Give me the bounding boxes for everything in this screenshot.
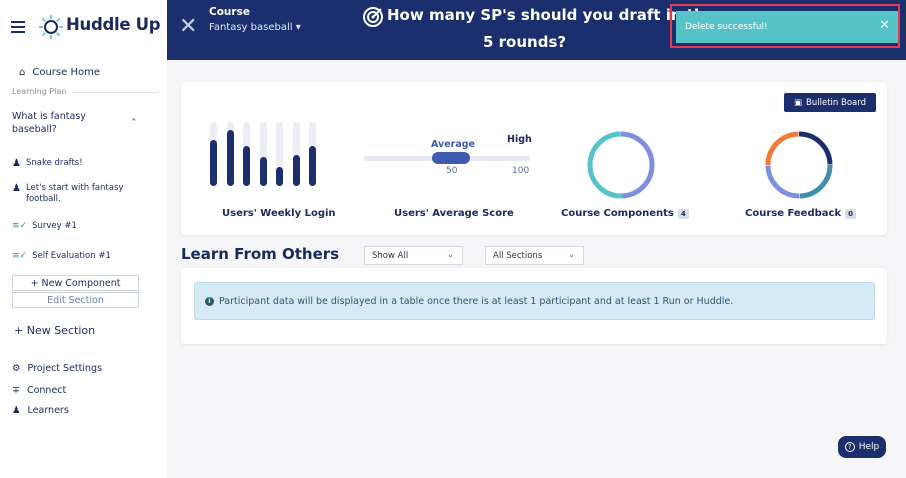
info-text: Participant data will be displayed in a …: [219, 295, 734, 307]
login-bar: [243, 146, 250, 186]
high-word: High: [507, 134, 532, 145]
average-word: Average: [431, 139, 475, 150]
chevron-up-icon[interactable]: ⌃: [130, 118, 138, 128]
learning-plan-label: Learning Plan: [12, 87, 67, 96]
close-icon[interactable]: ✕: [879, 18, 890, 33]
course-selector[interactable]: Fantasy baseball ▾: [209, 22, 301, 33]
self-eval-item[interactable]: ≡✓ Self Evaluation #1: [12, 251, 111, 262]
filter-select-sections[interactable]: All Sections ⌄: [485, 246, 584, 265]
component-label: Snake drafts!: [25, 158, 83, 168]
bulletin-board-label: Bulletin Board: [806, 97, 866, 108]
course-name: Fantasy baseball: [209, 22, 293, 33]
component-item-snake[interactable]: ♟ Snake drafts!: [12, 158, 83, 169]
new-section-link[interactable]: + New Section: [14, 324, 95, 337]
home-icon: ⌂: [19, 67, 26, 78]
close-icon[interactable]: ✕: [179, 14, 197, 39]
survey-item[interactable]: ≡✓ Survey #1: [12, 221, 77, 232]
toast-notification: Delete successful! ✕: [676, 11, 898, 43]
feedback-count-badge: 0: [845, 208, 856, 219]
survey-label: Survey #1: [32, 221, 77, 231]
connect-label: Connect: [26, 385, 67, 396]
toast-message: Delete successful!: [685, 22, 768, 32]
question-icon: ?: [844, 442, 855, 452]
hamburger-menu-icon[interactable]: [11, 21, 25, 33]
plan-item-label: What is fantasy baseball?: [12, 111, 86, 135]
component-item-football[interactable]: ♟ Let's start with fantasy football.: [12, 183, 142, 205]
filter-sections-value: All Sections: [493, 250, 543, 261]
login-bar: [292, 155, 300, 186]
weekly-login-label: Users' Weekly Login: [222, 208, 336, 219]
components-label-text: Course Components: [561, 208, 674, 219]
high-value: 100: [512, 166, 530, 176]
bulletin-board-button[interactable]: ▣ Bulletin Board: [784, 93, 876, 112]
edit-section-button[interactable]: Edit Section: [12, 292, 139, 308]
login-bar: [210, 140, 217, 186]
gear-icon: ⚙: [12, 363, 21, 374]
average-value: 50: [446, 166, 458, 176]
divider: [72, 92, 158, 93]
help-button[interactable]: ? Help: [838, 436, 886, 458]
course-home-link[interactable]: ⌂ Course Home: [19, 67, 100, 78]
feedback-label-text: Course Feedback: [745, 208, 842, 219]
page-title-line2: 5 rounds?: [483, 33, 567, 51]
users-icon: ♟: [12, 405, 21, 416]
login-bar: [259, 157, 267, 186]
project-settings-label: Project Settings: [27, 363, 103, 374]
project-settings-link[interactable]: ⚙ Project Settings: [12, 363, 102, 374]
logo-text: Huddle Up: [66, 15, 161, 34]
logo-icon: [39, 15, 63, 39]
target-icon: [363, 7, 383, 27]
help-label: Help: [858, 442, 880, 452]
new-component-button[interactable]: + New Component: [12, 275, 139, 291]
connect-link[interactable]: ∓ Connect: [12, 385, 66, 396]
learn-from-others-title: Learn From Others: [181, 245, 340, 263]
components-count-badge: 4: [677, 208, 689, 219]
person-icon: ♟: [12, 183, 21, 194]
connect-icon: ∓: [12, 385, 20, 396]
info-alert: i Participant data will be displayed in …: [194, 282, 875, 320]
person-icon: ♟: [12, 158, 21, 169]
page-title: How many SP's should you draft in the: [387, 6, 715, 24]
feedback-label: Course Feedback 0: [745, 208, 856, 219]
evaluation-icon: ≡✓: [12, 251, 28, 261]
sidebar: Huddle Up ⌂ Course Home Learning Plan Wh…: [0, 0, 167, 478]
login-bar: [226, 130, 234, 186]
score-slider-handle: [432, 152, 470, 164]
filter-show-value: Show All: [372, 250, 409, 261]
course-label: Course: [209, 6, 250, 18]
filter-select-show[interactable]: Show All ⌄: [364, 246, 463, 265]
caret-down-icon: ▾: [295, 22, 301, 33]
survey-icon: ≡✓: [12, 221, 28, 231]
feedback-donut: [765, 131, 833, 199]
info-icon: i: [205, 296, 214, 306]
self-eval-label: Self Evaluation #1: [32, 251, 111, 261]
course-home-label: Course Home: [32, 67, 100, 78]
learners-link[interactable]: ♟ Learners: [12, 405, 69, 416]
components-donut: [587, 131, 655, 199]
login-bar: [276, 167, 283, 186]
login-bar: [309, 146, 316, 186]
chevron-down-icon: ⌄: [447, 250, 454, 259]
monitor-icon: ▣: [794, 97, 803, 108]
avg-score-label: Users' Average Score: [394, 208, 514, 219]
component-label: Let's start with fantasy football.: [25, 183, 124, 204]
chevron-down-icon: ⌄: [568, 250, 575, 259]
components-label: Course Components 4: [561, 208, 689, 219]
brand-header: Huddle Up: [0, 0, 167, 60]
learners-label: Learners: [27, 405, 69, 416]
